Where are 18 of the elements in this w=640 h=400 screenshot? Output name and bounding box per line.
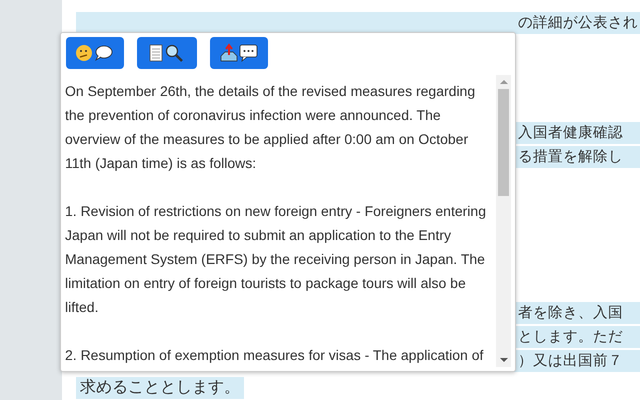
thinking-face-speech-icon	[75, 43, 115, 63]
translation-paragraph: On September 26th, the details of the revised measures regarding the prevention of coronavirus infection were announced. The overview of the measures to be applied after 0:00 am on October 11th (Japan time) is as follows:	[65, 82, 476, 173]
highlighted-text: ）又は出国前７	[518, 352, 623, 371]
scroll-down-icon[interactable]	[500, 358, 508, 362]
highlighted-text: 者を除き、入国	[518, 304, 623, 323]
share-button[interactable]	[210, 37, 268, 69]
scrollbar[interactable]	[496, 75, 511, 367]
highlighted-text: の詳細が公表され	[518, 14, 638, 33]
translation-paragraph: 2. Resumption of exemption measures for visas - The application of	[65, 346, 484, 365]
upload-message-icon	[219, 43, 259, 63]
highlighted-text: 入国者健康確認	[518, 124, 623, 143]
highlighted-text: 求めることとします。	[76, 377, 244, 399]
scroll-thumb[interactable]	[498, 89, 509, 196]
highlighted-text: とします。ただ	[518, 328, 623, 347]
lookup-button[interactable]	[137, 37, 197, 69]
highlighted-text: る措置を解除し	[518, 148, 623, 167]
explain-button[interactable]	[66, 37, 124, 69]
translation-paragraph: 1. Revision of restrictions on new foreign entry - Foreigners entering Japan will not be required to submit an application to the Entry Management System (ERFS) by the receiving person in Japan. The limitation on entry of foreign tourists to package tours will also be lifted.	[65, 202, 487, 317]
